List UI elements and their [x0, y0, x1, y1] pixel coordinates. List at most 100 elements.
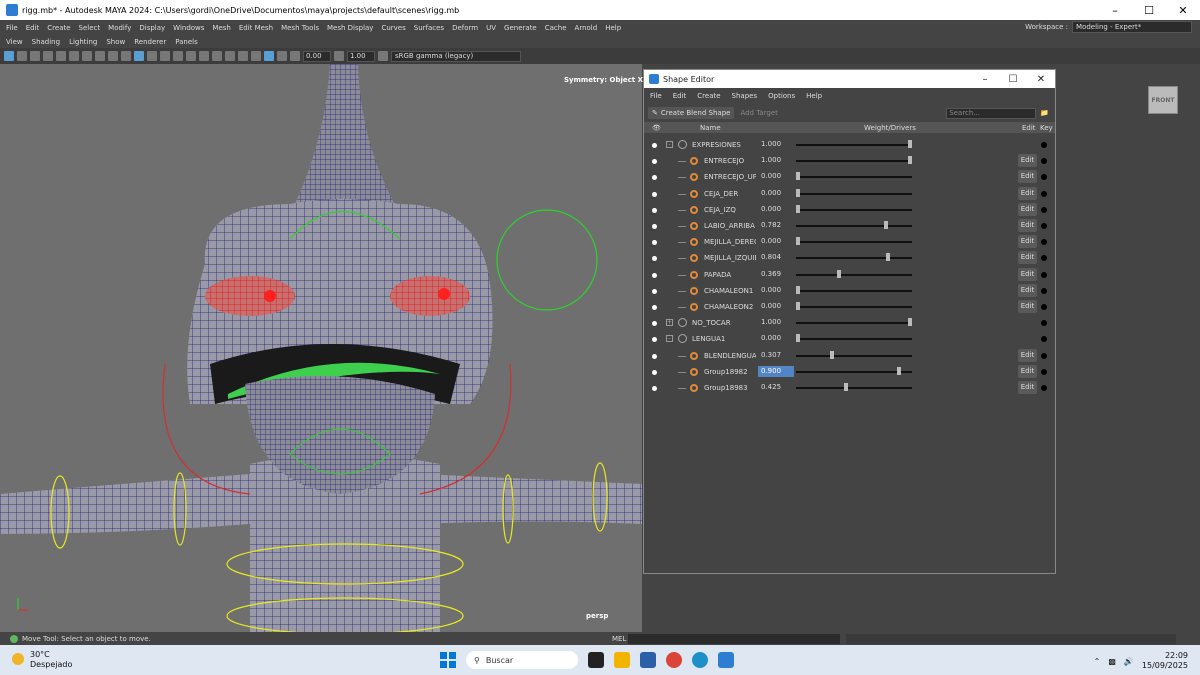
shape-row[interactable]: PAPADA 0.369 Edit: [644, 267, 1055, 283]
edit-button[interactable]: Edit: [1018, 251, 1037, 265]
textured-icon[interactable]: [160, 51, 170, 61]
maximize-button[interactable]: ☐: [1132, 4, 1166, 17]
weight-field[interactable]: 0.782: [758, 220, 794, 231]
file-explorer-icon[interactable]: [614, 652, 630, 668]
weight-field[interactable]: 0.000: [758, 285, 794, 296]
panel-menu-item-5[interactable]: Panels: [175, 38, 198, 46]
slider-handle[interactable]: [796, 204, 800, 213]
task-view-icon[interactable]: [588, 652, 604, 668]
menu-item-10[interactable]: Mesh Display: [327, 24, 373, 32]
key-button[interactable]: [1041, 304, 1047, 310]
menu-item-18[interactable]: Help: [605, 24, 621, 32]
shape-name[interactable]: CEJA_IZQ: [704, 206, 756, 214]
menu-item-5[interactable]: Display: [139, 24, 165, 32]
visibility-toggle[interactable]: [652, 159, 657, 165]
weight-slider[interactable]: [796, 140, 912, 148]
collapse-icon[interactable]: -: [666, 141, 673, 148]
menu-item-13[interactable]: Deform: [452, 24, 478, 32]
shape-row[interactable]: ENTRECEJO 1.000 Edit: [644, 153, 1055, 169]
weight-slider[interactable]: [796, 302, 912, 310]
edit-button[interactable]: Edit: [1018, 364, 1037, 378]
edit-button[interactable]: Edit: [1018, 381, 1037, 394]
slider-handle[interactable]: [883, 221, 888, 229]
weight-slider[interactable]: [796, 318, 912, 327]
weight-slider[interactable]: [796, 172, 912, 181]
anti-alias-icon[interactable]: [225, 51, 235, 61]
edit-button[interactable]: Edit: [1018, 283, 1037, 297]
weight-slider[interactable]: [796, 350, 912, 359]
shape-editor-menu-item-4[interactable]: Options: [768, 92, 795, 100]
edit-button[interactable]: Edit: [1018, 202, 1037, 216]
slider-handle[interactable]: [908, 156, 912, 165]
menu-item-4[interactable]: Modify: [108, 24, 131, 32]
shape-editor-menu-item-0[interactable]: File: [650, 92, 662, 100]
shape-row[interactable]: CEJA_DER 0.000 Edit: [644, 186, 1055, 202]
shape-name[interactable]: CHAMALEON1: [704, 287, 756, 295]
key-button[interactable]: [1041, 142, 1047, 148]
mel-label[interactable]: MEL: [612, 635, 626, 643]
menu-item-2[interactable]: Create: [47, 24, 70, 32]
weight-field[interactable]: 0.369: [758, 269, 794, 280]
visibility-toggle[interactable]: [652, 272, 657, 278]
panel-menu-item-3[interactable]: Show: [106, 38, 125, 46]
workspace-dropdown[interactable]: Modeling - Expert*: [1072, 21, 1192, 33]
lights-icon[interactable]: [173, 51, 183, 61]
weight-field[interactable]: 1.000: [758, 317, 794, 328]
weight-field[interactable]: 0.804: [758, 252, 794, 263]
shape-editor-menu-item-2[interactable]: Create: [697, 92, 720, 100]
shape-name[interactable]: NO_TOCAR: [692, 319, 754, 327]
exposure-field[interactable]: 0.00: [303, 50, 331, 62]
chevron-up-icon[interactable]: ⌃: [1094, 657, 1101, 666]
menu-item-9[interactable]: Mesh Tools: [281, 24, 319, 32]
visibility-toggle[interactable]: [652, 321, 657, 327]
field-chart-icon[interactable]: [108, 51, 118, 61]
shape-row[interactable]: BLENDLENGUA 0.307 Edit: [644, 348, 1055, 364]
weather-widget[interactable]: 30°C Despejado: [12, 650, 72, 670]
shape-name[interactable]: Group18983: [704, 384, 756, 392]
weight-field[interactable]: 1.000: [758, 155, 794, 166]
visibility-toggle[interactable]: [652, 288, 657, 294]
3d-viewport[interactable]: [0, 64, 642, 632]
slider-handle[interactable]: [796, 334, 800, 343]
key-button[interactable]: [1041, 190, 1047, 197]
shape-row[interactable]: Group18982 0.900 Edit: [644, 364, 1055, 380]
key-button[interactable]: [1041, 174, 1047, 181]
shape-row[interactable]: - LENGUA1 0.000: [644, 331, 1055, 347]
weight-field[interactable]: 0.000: [758, 171, 794, 182]
panel-menu-item-2[interactable]: Lighting: [69, 38, 97, 46]
chrome-icon[interactable]: [666, 652, 682, 668]
camera-attributes-icon[interactable]: [17, 51, 27, 61]
shape-name[interactable]: MEJILLA_IZQUIER: [704, 254, 756, 262]
gamma-field[interactable]: 1.00: [347, 50, 375, 62]
weight-slider[interactable]: [796, 253, 912, 262]
edit-button[interactable]: Edit: [1018, 267, 1037, 281]
shape-row[interactable]: Group18983 0.425 Edit: [644, 380, 1055, 396]
shape-row[interactable]: CHAMALEON1 0.000 Edit: [644, 283, 1055, 299]
smooth-shade-icon[interactable]: [147, 51, 157, 61]
edge-icon[interactable]: [692, 652, 708, 668]
key-button[interactable]: [1041, 223, 1047, 229]
visibility-toggle[interactable]: [652, 191, 657, 197]
visibility-toggle[interactable]: [652, 240, 657, 246]
visibility-toggle[interactable]: [652, 256, 657, 262]
gate-mask-icon[interactable]: [95, 51, 105, 61]
weight-slider[interactable]: [796, 366, 912, 375]
key-button[interactable]: [1041, 255, 1047, 262]
visibility-toggle[interactable]: [652, 305, 657, 310]
film-gate-icon[interactable]: [69, 51, 79, 61]
visibility-toggle[interactable]: [652, 386, 657, 391]
shape-row[interactable]: MEJILLA_DERECH0.000 Edit: [644, 234, 1055, 250]
shape-name[interactable]: CEJA_DER: [704, 190, 756, 198]
bookmark-icon[interactable]: [30, 51, 40, 61]
visibility-toggle[interactable]: [652, 353, 657, 359]
weight-field[interactable]: 0.000: [758, 188, 794, 199]
shadows-icon[interactable]: [186, 51, 196, 61]
slider-handle[interactable]: [896, 366, 901, 375]
shape-name[interactable]: Group18982: [704, 368, 756, 376]
wireframe-icon[interactable]: [134, 51, 144, 61]
slider-handle[interactable]: [886, 253, 891, 262]
add-target-button[interactable]: Add Target: [740, 109, 777, 117]
close-button[interactable]: ✕: [1027, 74, 1055, 85]
weight-field[interactable]: 0.000: [758, 236, 794, 247]
weight-slider[interactable]: [796, 221, 912, 229]
